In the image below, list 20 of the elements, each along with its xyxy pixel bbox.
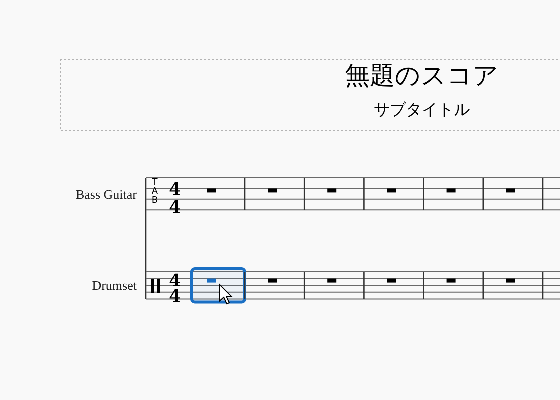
whole-rest-icon[interactable]	[387, 188, 396, 193]
whole-rest-icon[interactable]	[328, 278, 337, 283]
whole-rest-icon[interactable]	[328, 188, 337, 193]
mouse-pointer-icon	[220, 284, 233, 305]
score-title[interactable]: 無題のスコア	[345, 61, 499, 90]
whole-rest-icon[interactable]	[387, 278, 396, 283]
tab-clef-letter: T	[152, 178, 158, 188]
title-frame[interactable]	[60, 59, 560, 131]
whole-rest-icon[interactable]	[207, 188, 216, 193]
tab-clef-letter: A	[152, 187, 158, 197]
percussion-clef-icon	[151, 279, 160, 293]
whole-rest-icon[interactable]	[446, 188, 456, 193]
whole-rest-icon[interactable]	[268, 188, 277, 193]
instrument-name[interactable]: Bass Guitar	[76, 187, 137, 202]
whole-rest-icon[interactable]	[506, 278, 516, 283]
selected-measure-highlight[interactable]	[190, 268, 246, 304]
score-subtitle[interactable]: サブタイトル	[374, 100, 470, 119]
whole-rest-icon[interactable]	[446, 278, 456, 283]
instrument-name[interactable]: Drumset	[92, 278, 137, 293]
whole-rest-icon[interactable]	[506, 188, 516, 193]
